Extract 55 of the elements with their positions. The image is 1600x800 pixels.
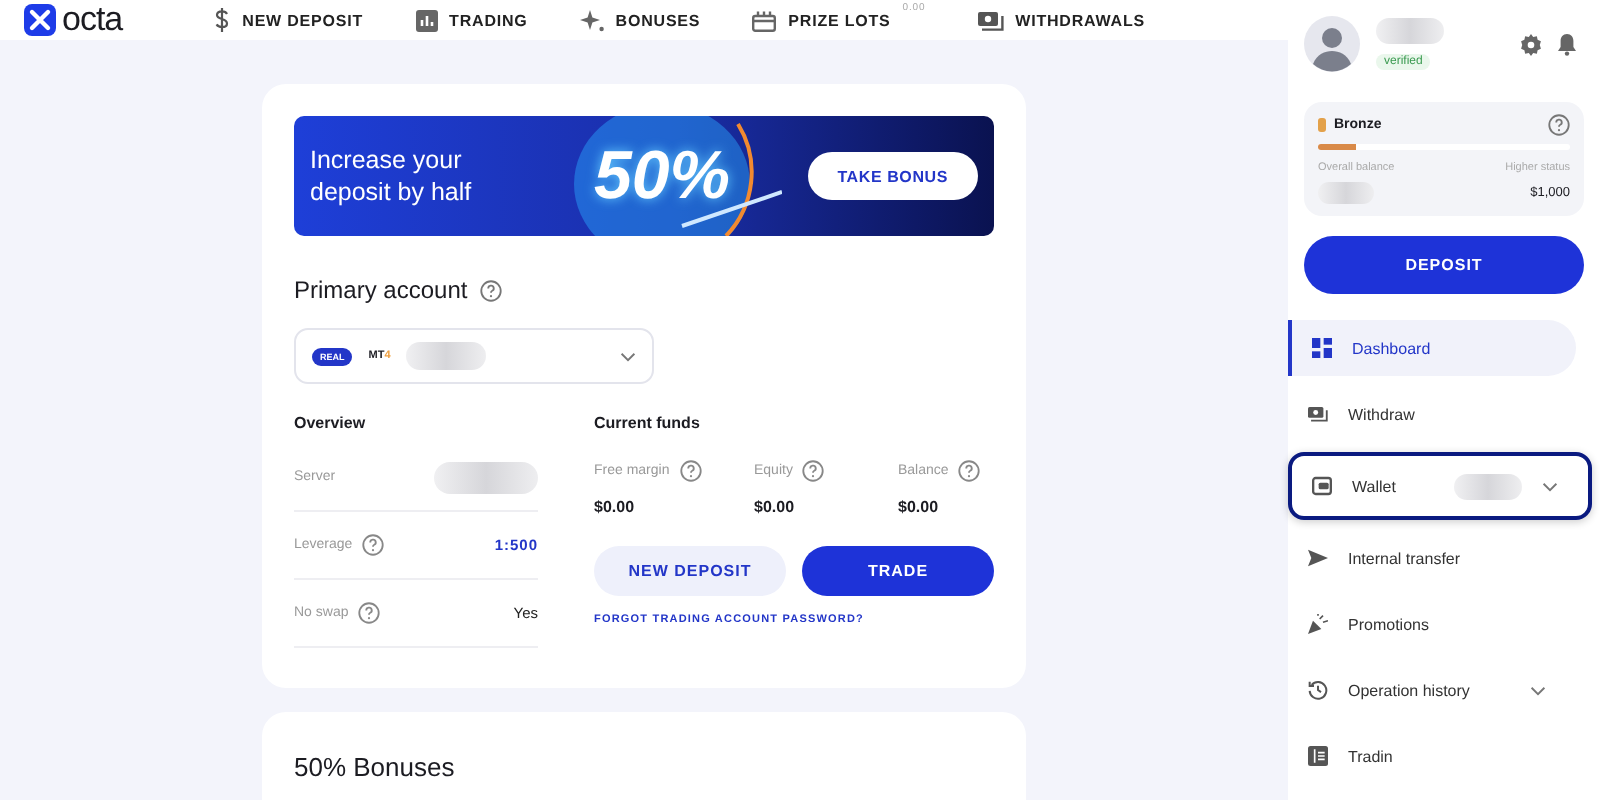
funds-title: Current funds — [594, 414, 702, 432]
fund-value: $0.00 — [594, 498, 637, 516]
overview-title: Overview — [294, 414, 368, 432]
gift-icon — [752, 9, 777, 31]
medal-icon — [1318, 118, 1326, 132]
cash-icon — [1308, 404, 1328, 424]
settings-icon[interactable] — [1520, 33, 1542, 55]
nav-link[interactable]: NEW DEPOSIT — [214, 8, 364, 32]
trade-button[interactable]: TRADE — [802, 546, 994, 596]
blurred-text — [1318, 182, 1374, 204]
menu-item[interactable]: Tradin — [1288, 728, 1576, 784]
wallet-icon — [1312, 476, 1332, 496]
fund-value: $0.00 — [754, 498, 797, 516]
help-icon — [958, 460, 981, 482]
sparkle-icon — [579, 9, 604, 31]
chevron-down-icon — [1542, 481, 1558, 491]
cash-icon — [977, 9, 1004, 31]
chevron-down-icon — [620, 351, 636, 361]
avatar-icon — [1304, 16, 1360, 72]
notification-icon[interactable] — [1558, 33, 1576, 55]
help-icon — [358, 602, 381, 624]
menu-item[interactable]: Withdraw — [1288, 386, 1576, 442]
menu-item[interactable]: Dashboard — [1288, 320, 1576, 376]
blurred-text — [406, 342, 487, 370]
nav-link[interactable]: BONUSES — [579, 9, 701, 31]
menu-item[interactable]: Promotions — [1288, 596, 1576, 652]
help-icon — [479, 279, 502, 301]
blurred-text — [1454, 473, 1522, 499]
dollar-icon — [214, 8, 231, 32]
chevron-down-icon — [1530, 685, 1546, 695]
help-icon — [1548, 114, 1570, 136]
help-icon — [802, 460, 825, 482]
new-deposit-button[interactable]: NEW DEPOSIT — [594, 546, 786, 596]
menu-item[interactable]: Operation history — [1288, 662, 1576, 718]
banner-title: Increase your deposit by half — [310, 144, 474, 208]
help-icon — [362, 534, 385, 556]
deposit-button[interactable]: DEPOSIT — [1304, 236, 1584, 294]
party-popper-icon — [1308, 614, 1328, 634]
history-icon — [1308, 680, 1328, 700]
section-title: 50% Bonuses — [294, 752, 455, 782]
send-icon — [1308, 548, 1328, 568]
menu-item[interactable]: Internal transfer — [1288, 530, 1576, 586]
nav-link[interactable]: WITHDRAWALS — [977, 9, 1145, 31]
menu-item[interactable]: Wallet — [1288, 452, 1592, 520]
dashboard-icon — [1312, 338, 1332, 358]
take-bonus-button[interactable]: TAKE BONUS — [807, 152, 978, 200]
blurred-text — [434, 461, 538, 493]
brand-name: octa — [62, 0, 123, 40]
ledger-icon — [1308, 746, 1328, 766]
fund-value: $0.00 — [898, 498, 941, 516]
blurred-text — [1376, 18, 1444, 44]
chart-icon — [415, 9, 438, 31]
section-title: Primary account — [294, 276, 468, 304]
help-icon — [679, 460, 702, 482]
nav-link[interactable]: TRADING — [415, 9, 528, 31]
